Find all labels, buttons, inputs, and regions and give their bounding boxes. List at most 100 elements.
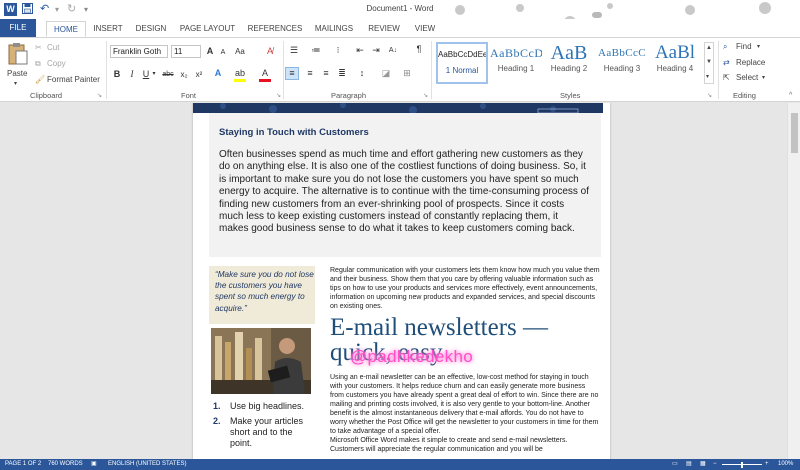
show-marks-button[interactable]: ¶ <box>414 44 424 55</box>
replace-button[interactable]: Replace <box>736 58 765 68</box>
select-button[interactable]: Select <box>736 73 758 83</box>
subscript-button[interactable]: x₂ <box>178 69 190 80</box>
zoom-level[interactable]: 100% <box>778 459 793 470</box>
zoom-in-icon[interactable]: + <box>765 459 769 470</box>
style-heading-4-sample: AaBl <box>654 42 696 63</box>
bullets-icon[interactable]: ☰ <box>287 45 301 56</box>
borders-icon[interactable]: ⊞ <box>401 68 413 79</box>
change-case-button[interactable]: Aa <box>233 46 247 57</box>
superscript-button[interactable]: x² <box>193 69 205 80</box>
font-color-icon[interactable]: A <box>259 68 271 82</box>
cut-button[interactable]: Cut <box>47 43 59 53</box>
style-heading-4[interactable]: AaBl Heading 4 <box>649 42 701 84</box>
justify-icon[interactable]: ≣ <box>336 68 348 79</box>
numbering-icon[interactable]: ≔ <box>309 45 323 56</box>
scrollbar-thumb[interactable] <box>791 113 798 153</box>
styles-scroller[interactable]: ▲ ▼ ▾ <box>704 42 714 84</box>
decrease-indent-icon[interactable]: ⇤ <box>354 45 366 56</box>
group-divider <box>718 41 719 99</box>
copy-button[interactable]: Copy <box>47 59 66 69</box>
web-layout-icon[interactable]: ▦ <box>700 459 706 470</box>
clipboard-launcher-icon[interactable]: ↘ <box>97 91 102 101</box>
style-heading-3[interactable]: AaBbCcC Heading 3 <box>596 42 648 84</box>
tab-file[interactable]: FILE <box>0 19 36 37</box>
style-heading-1-sample: AaBbCcD <box>490 46 542 60</box>
font-size-combo[interactable]: 11 <box>171 45 201 58</box>
tab-references[interactable]: REFERENCES <box>244 21 306 37</box>
page-count-status[interactable]: PAGE 1 OF 2 <box>5 459 41 470</box>
pull-quote: “Make sure you do not lose the customers… <box>215 270 314 313</box>
grow-font-button[interactable]: A <box>205 46 215 57</box>
tab-mailings[interactable]: MAILINGS <box>309 21 359 37</box>
editing-group-label: Editing <box>733 91 756 100</box>
style-normal[interactable]: AaBbCcDdEe 1 Normal <box>436 42 488 84</box>
clipboard-group-label: Clipboard <box>30 91 63 100</box>
list-item: 1. Use big headlines. <box>213 401 317 412</box>
italic-button[interactable]: I <box>127 69 137 80</box>
article-photo <box>211 328 311 394</box>
body-paragraph-2-text: Using an e-mail newsletter can be an eff… <box>330 374 599 435</box>
paste-button[interactable]: Paste ▾ <box>5 42 31 87</box>
tab-home[interactable]: HOME <box>46 21 86 37</box>
ribbon: Paste ▾ ✂ Cut ⧉ Copy 🖌 Format Painter Cl… <box>0 37 800 102</box>
line-spacing-icon[interactable]: ↕ <box>355 68 369 79</box>
style-heading-2[interactable]: AaB Heading 2 <box>543 42 595 84</box>
list-item-number: 1. <box>213 401 221 411</box>
collapse-ribbon-icon[interactable]: ^ <box>789 91 792 101</box>
strikethrough-button[interactable]: abc <box>160 69 176 80</box>
zoom-slider-thumb[interactable] <box>741 462 743 468</box>
document-canvas[interactable]: Staying in Touch with Customers Often bu… <box>0 103 800 459</box>
find-button[interactable]: Find <box>736 42 752 52</box>
styles-more-icon: ▾ <box>706 74 710 80</box>
body-paragraph-1: Regular communication with your customer… <box>330 267 600 310</box>
font-group-label: Font <box>181 91 197 100</box>
paragraph-launcher-icon[interactable]: ↘ <box>423 91 428 101</box>
highlight-color-icon[interactable]: ab <box>234 68 246 82</box>
align-left-icon[interactable]: ≡ <box>285 67 299 80</box>
shading-icon[interactable]: ◪ <box>380 68 392 79</box>
shrink-font-button[interactable]: A <box>218 47 228 58</box>
vertical-scrollbar[interactable] <box>787 103 800 459</box>
format-painter-icon: 🖌 <box>35 75 46 84</box>
underline-button[interactable]: U <box>141 69 151 80</box>
font-name-combo[interactable]: Franklin Goth <box>110 45 168 58</box>
paste-dropdown-icon: ▾ <box>14 81 18 87</box>
tab-review[interactable]: REVIEW <box>363 21 405 37</box>
language-status[interactable]: ENGLISH (UNITED STATES) <box>108 459 186 470</box>
sort-icon[interactable]: A↓ <box>387 45 399 56</box>
text-effects-icon[interactable]: A <box>212 68 224 79</box>
tab-design[interactable]: DESIGN <box>131 21 171 37</box>
style-heading-1[interactable]: AaBbCcD Heading 1 <box>490 42 542 84</box>
tab-insert[interactable]: INSERT <box>88 21 128 37</box>
select-dropdown-icon[interactable]: ▾ <box>762 73 765 83</box>
word-count-status[interactable]: 760 WORDS <box>48 459 83 470</box>
align-right-icon[interactable]: ≡ <box>320 68 332 79</box>
styles-launcher-icon[interactable]: ↘ <box>707 91 712 101</box>
align-center-icon[interactable]: ≡ <box>304 68 316 79</box>
font-name-value: Franklin Goth <box>113 47 162 56</box>
watermark-text: @padhkedekho <box>350 347 473 366</box>
underline-dropdown-icon[interactable]: ▾ <box>151 69 157 80</box>
bold-button[interactable]: B <box>112 69 122 80</box>
group-divider <box>106 41 107 99</box>
find-dropdown-icon[interactable]: ▾ <box>757 42 760 52</box>
increase-indent-icon[interactable]: ⇥ <box>370 45 382 56</box>
proofing-icon[interactable]: ▣ <box>91 459 97 470</box>
paste-label: Paste <box>7 69 28 78</box>
find-icon: ⌕ <box>723 42 728 51</box>
print-layout-icon[interactable]: ▤ <box>686 459 692 470</box>
font-launcher-icon[interactable]: ↘ <box>276 91 281 101</box>
format-painter-button[interactable]: Format Painter <box>47 75 100 85</box>
clear-formatting-icon[interactable]: A̸ <box>264 46 276 57</box>
style-heading-3-name: Heading 3 <box>603 64 641 73</box>
status-bar: PAGE 1 OF 2 760 WORDS ▣ ENGLISH (UNITED … <box>0 459 800 470</box>
multilevel-list-icon[interactable]: ⁝ <box>331 45 345 56</box>
document-page[interactable]: Staying in Touch with Customers Often bu… <box>193 103 610 459</box>
tab-page-layout[interactable]: PAGE LAYOUT <box>175 21 240 37</box>
style-heading-2-name: Heading 2 <box>550 64 588 73</box>
font-size-value: 11 <box>174 47 183 56</box>
read-mode-icon[interactable]: ▭ <box>672 459 678 470</box>
tab-view[interactable]: VIEW <box>408 21 442 37</box>
list-item: 2. Make your articles short and to the po… <box>213 416 317 449</box>
zoom-out-icon[interactable]: − <box>713 459 717 470</box>
